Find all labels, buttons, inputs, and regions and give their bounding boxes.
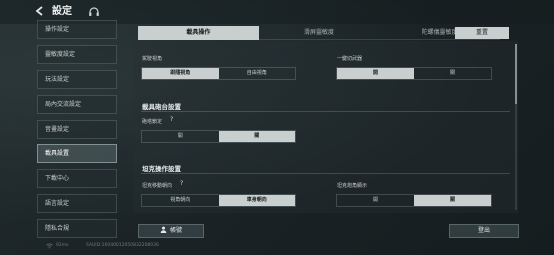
- aim-lock-toggle: 開 關: [141, 130, 296, 143]
- driving-view-label: 駕駛視角: [142, 56, 163, 62]
- tank-angle-display-toggle: 開 關: [336, 194, 492, 207]
- sidebar-item-vehicle[interactable]: 載具設置: [37, 144, 117, 163]
- account-button[interactable]: 帳號: [138, 224, 204, 238]
- aim-lock-option-off[interactable]: 關: [218, 131, 295, 142]
- tab-bar: 載具操作 滑屏靈敏度 陀螺儀靈敏度: [138, 26, 501, 40]
- back-button[interactable]: [34, 5, 48, 19]
- driving-view-option-free[interactable]: 自由視角: [219, 68, 296, 79]
- tank-move-dir-help-icon[interactable]: ?: [180, 180, 183, 187]
- tank-section-divider: [141, 173, 510, 174]
- user-icon: [160, 226, 167, 233]
- sidebar-item-gameplay[interactable]: 玩法設定: [37, 70, 117, 89]
- aim-lock-option-on[interactable]: 開: [142, 131, 219, 142]
- tank-move-dir-option-view[interactable]: 視角朝向: [142, 195, 219, 206]
- aim-lock-help-icon[interactable]: ?: [170, 116, 173, 123]
- tank-angle-display-option-on[interactable]: 開: [337, 195, 414, 206]
- arrow-left-icon: [35, 6, 43, 16]
- reset-button[interactable]: 重置: [455, 27, 509, 39]
- sidebar-item-audio-visual[interactable]: 音畫設定: [37, 120, 117, 139]
- tank-move-dir-toggle: 視角朝向 車身朝向: [141, 194, 296, 207]
- tank-move-dir-label: 坦克移動朝向: [142, 183, 173, 189]
- one-key-weapon-label: 一鍵切武器: [337, 56, 363, 62]
- aim-lock-label: 砲塔鎖定: [142, 119, 163, 125]
- page-title: 設定: [52, 6, 72, 17]
- driving-view-toggle: 跟隨視角 自由視角: [141, 67, 296, 80]
- tank-angle-display-label: 坦克炮角顯示: [337, 183, 368, 189]
- one-key-weapon-option-on[interactable]: 開: [337, 68, 414, 79]
- sidebar-item-language[interactable]: 語言設定: [37, 194, 117, 213]
- headset-icon[interactable]: [88, 6, 100, 18]
- turret-section-divider: [141, 111, 510, 112]
- tank-section-title: 坦克操作設置: [142, 165, 181, 173]
- tank-move-dir-option-body[interactable]: 車身朝向: [218, 195, 295, 206]
- sidebar-item-privacy[interactable]: 隱私合規: [37, 219, 117, 238]
- one-key-weapon-option-off[interactable]: 關: [414, 68, 491, 79]
- scrollbar-thumb[interactable]: [515, 44, 517, 104]
- logout-button[interactable]: 登出: [449, 224, 519, 238]
- one-key-weapon-toggle: 開 關: [336, 67, 492, 80]
- ping-value: 92ms: [56, 243, 69, 248]
- sidebar-item-download[interactable]: 下載中心: [37, 169, 117, 188]
- wifi-icon: [46, 243, 53, 251]
- turret-section-title: 載具砲台設置: [142, 103, 181, 111]
- sidebar-item-sensitivity[interactable]: 靈敏度設定: [37, 45, 117, 64]
- driving-view-option-follow[interactable]: 跟隨視角: [142, 68, 219, 79]
- tank-angle-display-option-off[interactable]: 關: [414, 195, 491, 206]
- sidebar-item-communication[interactable]: 局內交流設定: [37, 95, 117, 114]
- uid-text: SAUID:16040012050832208036: [86, 243, 159, 248]
- tab-vehicle-operation[interactable]: 載具操作: [138, 26, 259, 40]
- account-label: 帳號: [169, 227, 182, 234]
- settings-scrollbar[interactable]: [515, 44, 517, 210]
- tab-swipe-sensitivity[interactable]: 滑屏靈敏度: [258, 26, 380, 40]
- sidebar-item-operation[interactable]: 操作設定: [37, 20, 117, 39]
